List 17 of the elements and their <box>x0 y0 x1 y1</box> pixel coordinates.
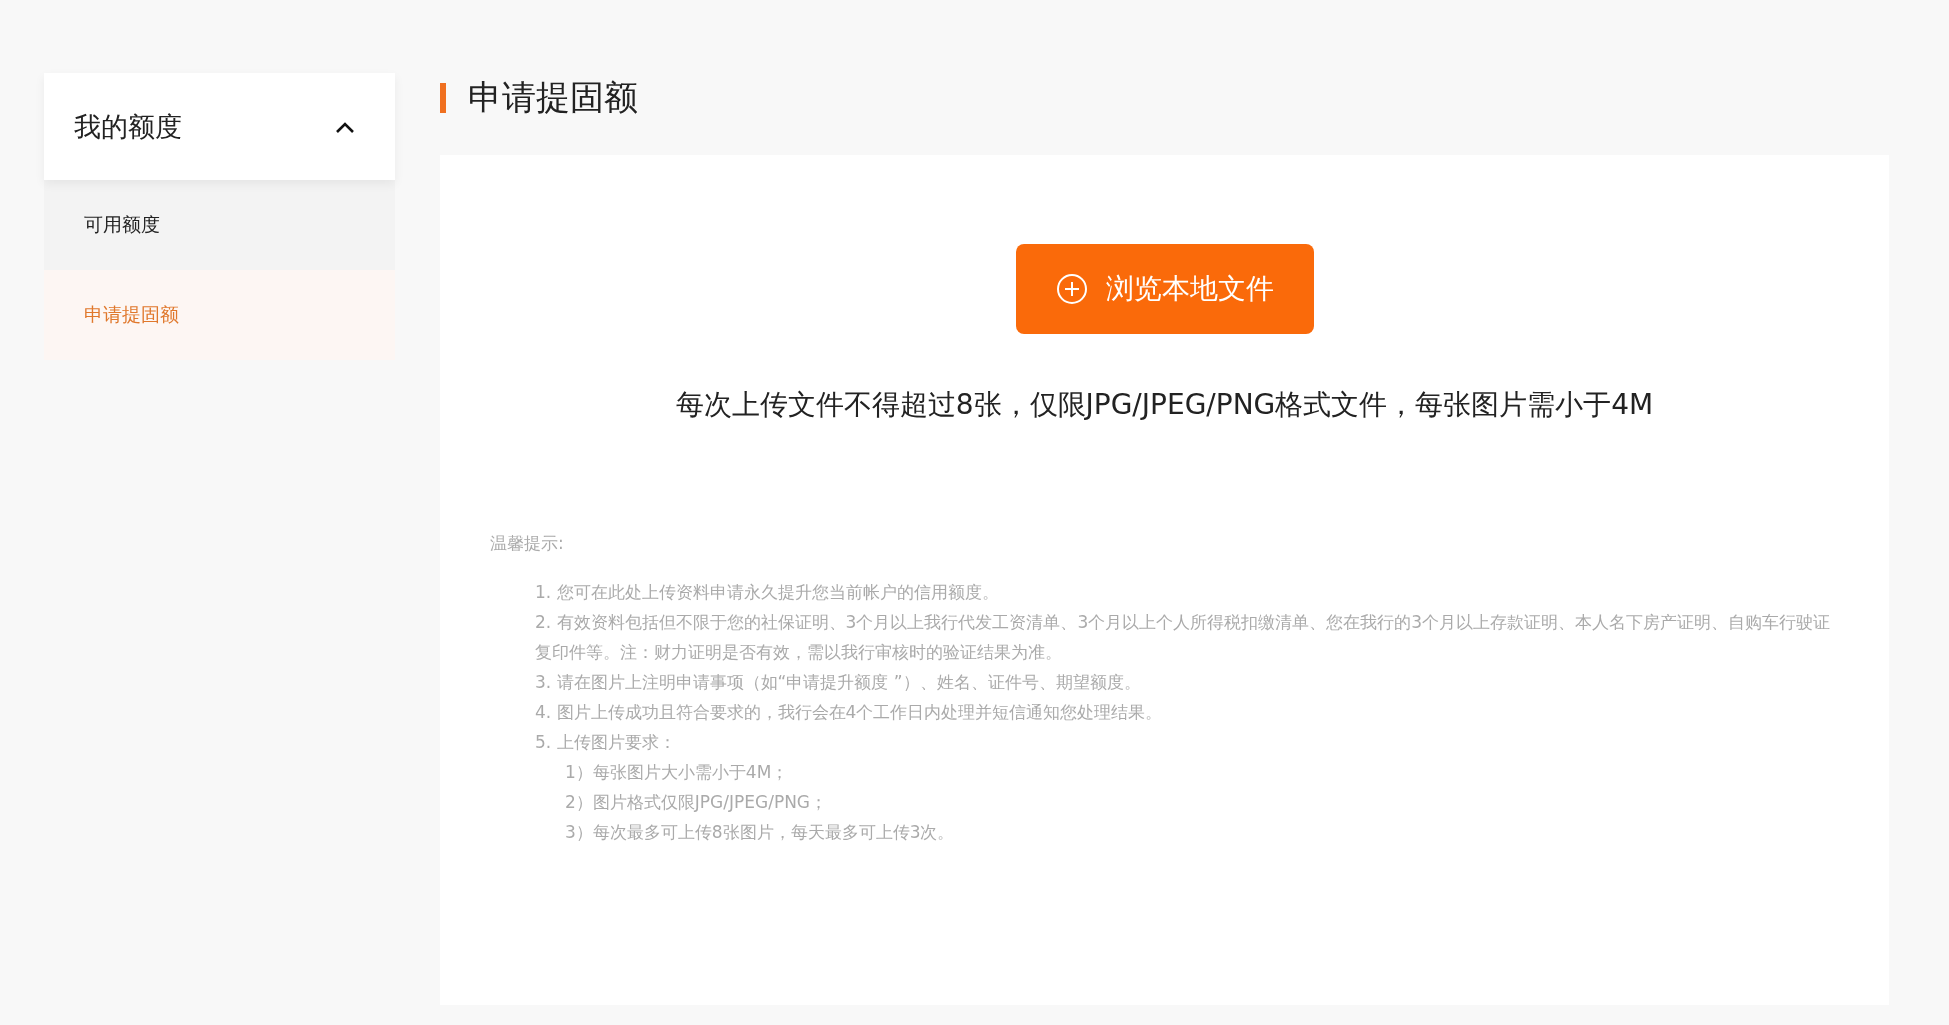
menu-group-title: 我的额度 <box>74 109 182 144</box>
tip-text: 1. 您可在此处上传资料申请永久提升您当前帐户的信用额度。 <box>535 581 1000 604</box>
tip-text: 5. 上传图片要求： <box>535 731 677 754</box>
title-accent-bar <box>440 83 446 113</box>
menu-group-header[interactable]: 我的额度 <box>44 73 395 180</box>
tip-text: 1）每张图片大小需小于4M； <box>564 761 790 784</box>
tip-text: 3）每次最多可上传8张图片，每天最多可上传3次。 <box>564 821 956 844</box>
tip-text: 2）图片格式仅限JPG/JPEG/PNG； <box>564 791 829 814</box>
tip-text: 3. 请在图片上注明申请事项（如“申请提升额度 ”）、姓名、证件号、期望额度。 <box>535 671 1142 694</box>
tips-title: 温馨提示: <box>490 532 565 555</box>
chevron-icon <box>335 120 355 133</box>
upload-note: 每次上传文件不得超过8张，仅限JPG/JPEG/PNG格式文件，每张图片需小于4M <box>675 387 1654 423</box>
tip-text: 4. 图片上传成功且符合要求的，我行会在4个工作日内处理并短信通知您处理结果。 <box>535 701 1164 724</box>
sidebar-item[interactable]: 可用额度 <box>44 180 395 270</box>
plus-circle-icon <box>1055 273 1088 305</box>
tip-text: 2. 有效资料包括但不限于您的社保证明、3个月以上我行代发工资清单、3个月以上个人所得税扣缴清单、您在我行的3个月以上存款证明、本人名下房产证明、自购车行驶证复印件等。注：财力证明是否有效，需以我行审核时的验证结果为准。 <box>535 611 1832 664</box>
page-title: 申请提固额 <box>468 76 638 119</box>
